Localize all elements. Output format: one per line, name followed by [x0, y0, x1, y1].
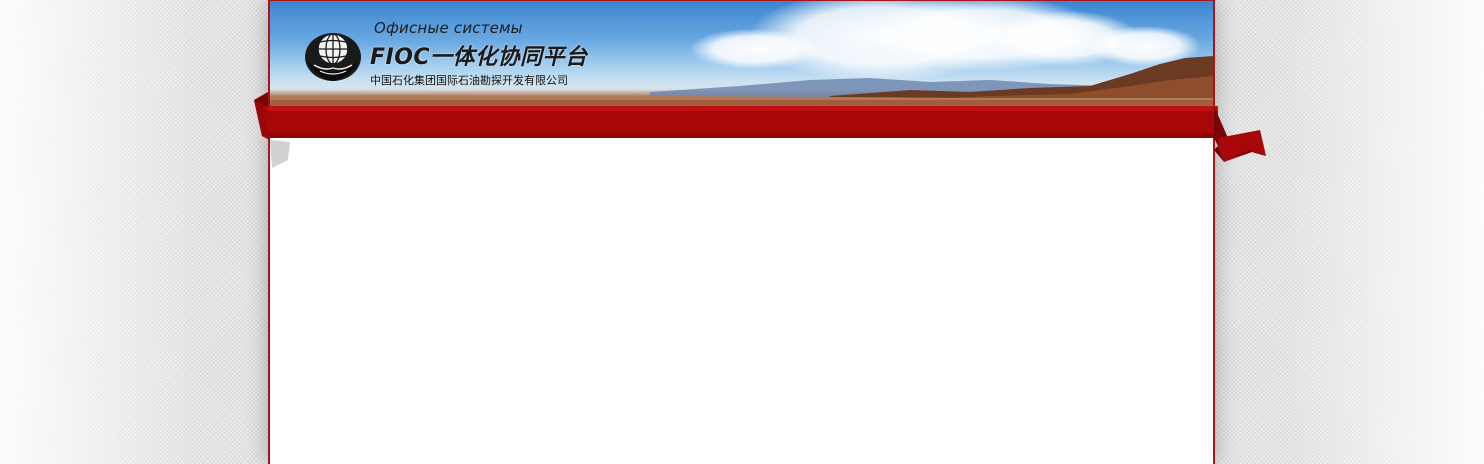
- company-name: 中国石化集团国际石油勘探开发有限公司: [370, 74, 568, 87]
- header-banner: Офисные системы FIOC一体化协同平台 中国石化集团国际石油勘探…: [270, 0, 1213, 106]
- globe-icon: [305, 33, 361, 81]
- main-content: [270, 140, 1213, 464]
- brand-subtitle: Офисные системы: [374, 19, 523, 37]
- brand-title: FIOC一体化协同平台: [370, 45, 588, 70]
